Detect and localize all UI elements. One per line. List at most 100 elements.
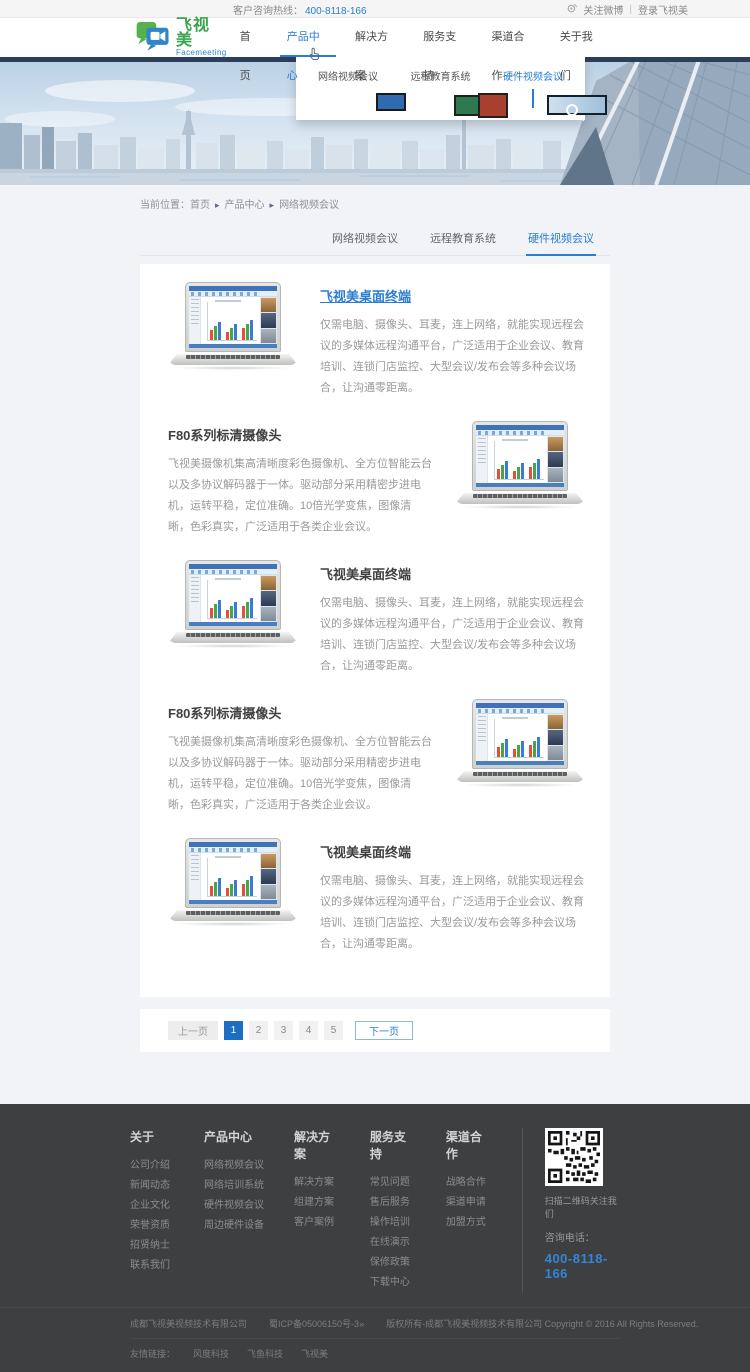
- footer-qr-block: 扫描二维码关注我们 咨询电话： 400-8118-166: [522, 1128, 620, 1293]
- icp-number[interactable]: 蜀ICP备05006150号-3»: [269, 1317, 364, 1330]
- main-content: 当前位置：首页产品中心网络视频会议 网络视频会议 远程教育系统 硬件视频会议: [0, 185, 750, 1104]
- header: 飞视美 Facemeeting 首页 产品中心 解决方案: [0, 18, 750, 57]
- pagination-button[interactable]: 5: [324, 1021, 343, 1040]
- hotline: 客户咨询热线：400-8118-166: [233, 2, 367, 17]
- footer-link[interactable]: 在线演示: [370, 1233, 412, 1253]
- footer-link[interactable]: 招贤纳士: [130, 1236, 170, 1256]
- product-title[interactable]: 飞视美桌面终端: [320, 564, 585, 583]
- footer-link[interactable]: 企业文化: [130, 1196, 170, 1216]
- laptop-chart: [488, 436, 547, 483]
- topbar-divider: |: [629, 4, 632, 15]
- main-nav: 首页 产品中心 解决方案 服务支持: [227, 18, 615, 57]
- footer-link[interactable]: 售后服务: [370, 1193, 412, 1213]
- product-title[interactable]: 飞视美桌面终端: [320, 842, 585, 861]
- footer-link[interactable]: 新闻动态: [130, 1176, 170, 1196]
- follow-weibo-link[interactable]: 关注微博: [583, 2, 623, 17]
- footer-link[interactable]: 周边硬件设备: [204, 1216, 264, 1236]
- product-image[interactable]: [455, 421, 585, 509]
- product-list: 飞视美桌面终端 仅需电脑、摄像头、耳麦，连上网络，就能实现远程会议的多媒体远程沟…: [140, 264, 610, 997]
- product-description: 仅需电脑、摄像头、耳麦，连上网络，就能实现远程会议的多媒体远程沟通平台，广泛适用…: [320, 593, 585, 677]
- nav-item[interactable]: 渠道合作: [479, 18, 547, 57]
- footer-column-title: 产品中心: [204, 1128, 264, 1145]
- laptop-keyboard: [168, 910, 298, 921]
- product-image[interactable]: [455, 699, 585, 787]
- footer-link[interactable]: 组建方案: [294, 1193, 336, 1213]
- laptop-video-thumbnails: [547, 436, 564, 483]
- pagination-button[interactable]: 2: [249, 1021, 268, 1040]
- laptop-screen: [185, 560, 281, 630]
- friend-link[interactable]: 风度科技: [193, 1347, 229, 1360]
- friends-label: 友情链接：: [130, 1347, 175, 1360]
- laptop-keyboard: [168, 632, 298, 643]
- dropdown-menu-item[interactable]: 远程教育系统: [397, 66, 485, 108]
- footer-link[interactable]: 网络培训系统: [204, 1176, 264, 1196]
- brand-name: 飞视美: [176, 18, 227, 48]
- hotline-number: 400-8118-166: [305, 6, 367, 17]
- product-item: 飞视美桌面终端 仅需电脑、摄像头、耳麦，连上网络，就能实现远程会议的多媒体远程沟…: [168, 282, 585, 421]
- breadcrumb-prefix: 当前位置：: [140, 200, 190, 211]
- laptop-keyboard: [455, 493, 585, 504]
- category-tab[interactable]: 硬件视频会议: [512, 223, 610, 255]
- footer-link[interactable]: 客户案例: [294, 1213, 336, 1233]
- pagination-button[interactable]: 1: [224, 1021, 243, 1040]
- category-tab[interactable]: 远程教育系统: [414, 223, 512, 255]
- laptop-screen: [472, 699, 568, 769]
- menu-item-image: [347, 89, 349, 108]
- footer-link[interactable]: 操作培训: [370, 1213, 412, 1233]
- breadcrumb-item[interactable]: 网络视频会议: [265, 200, 340, 211]
- footer-link[interactable]: 硬件视频会议: [204, 1196, 264, 1216]
- footer-column-title: 渠道合作: [446, 1128, 488, 1162]
- nav-item[interactable]: 解决方案: [342, 18, 410, 57]
- pagination-button[interactable]: 3: [274, 1021, 293, 1040]
- product-title[interactable]: F80系列标清摄像头: [168, 425, 433, 444]
- footer-link[interactable]: 联系我们: [130, 1256, 170, 1276]
- product-image[interactable]: [168, 560, 298, 648]
- phone-label: 咨询电话：: [545, 1229, 620, 1244]
- footer-column-partners: 渠道合作 战略合作渠道申请加盟方式: [446, 1128, 488, 1293]
- nav-item[interactable]: 产品中心: [274, 18, 342, 57]
- footer-link[interactable]: 保修政策: [370, 1253, 412, 1273]
- product-description: 仅需电脑、摄像头、耳麦，连上网络，就能实现远程会议的多媒体远程沟通平台，广泛适用…: [320, 871, 585, 955]
- qr-code: [545, 1128, 603, 1186]
- footer-link[interactable]: 荣誉资质: [130, 1216, 170, 1236]
- category-tab[interactable]: 网络视频会议: [316, 223, 414, 255]
- login-link[interactable]: 登录飞视美: [638, 2, 688, 17]
- footer-link[interactable]: 下载中心: [370, 1273, 412, 1293]
- footer-link[interactable]: 公司介绍: [130, 1156, 170, 1176]
- product-title[interactable]: 飞视美桌面终端: [320, 286, 585, 305]
- laptop-screen: [472, 421, 568, 491]
- friend-link[interactable]: 飞鱼科技: [247, 1347, 283, 1360]
- nav-item[interactable]: 首页: [227, 18, 274, 57]
- topbar: 客户咨询热线：400-8118-166 关注微博 | 登录飞视美: [0, 0, 750, 18]
- pagination-button[interactable]: 4: [299, 1021, 318, 1040]
- laptop-video-thumbnails: [547, 714, 564, 761]
- friend-link[interactable]: 飞视美: [301, 1347, 328, 1360]
- pagination-button[interactable]: 上一页: [168, 1021, 218, 1040]
- footer-link[interactable]: 网络视频会议: [204, 1156, 264, 1176]
- footer-link[interactable]: 战略合作: [446, 1173, 488, 1193]
- logo[interactable]: 飞视美 Facemeeting: [135, 18, 227, 57]
- product-image[interactable]: [168, 282, 298, 370]
- product-title[interactable]: F80系列标清摄像头: [168, 703, 433, 722]
- footer-link[interactable]: 加盟方式: [446, 1213, 488, 1233]
- laptop-keyboard: [455, 771, 585, 782]
- pagination-button[interactable]: 下一页: [355, 1021, 413, 1040]
- nav-item[interactable]: 关于我们: [547, 18, 615, 57]
- footer-link[interactable]: 常见问题: [370, 1173, 412, 1193]
- nav-item[interactable]: 服务支持: [410, 18, 478, 57]
- breadcrumb-item[interactable]: 首页: [190, 200, 210, 211]
- product-image[interactable]: [168, 838, 298, 926]
- menu-item-image: [440, 89, 442, 108]
- hotline-label: 客户咨询热线：: [233, 6, 303, 17]
- footer-column-about: 关于 公司介绍新闻动态企业文化荣誉资质招贤纳士联系我们: [130, 1128, 170, 1293]
- footer-link[interactable]: 渠道申请: [446, 1193, 488, 1213]
- pagination: 上一页 12345 下一页: [140, 1009, 610, 1052]
- breadcrumb-item[interactable]: 产品中心: [210, 200, 265, 211]
- page: 客户咨询热线：400-8118-166 关注微博 | 登录飞视美: [0, 0, 750, 1372]
- logo-icon: [135, 20, 171, 56]
- footer-link[interactable]: 解决方案: [294, 1173, 336, 1193]
- company-name: 成都飞视美视频技术有限公司: [130, 1317, 247, 1330]
- product-item: F80系列标清摄像头 飞视美摄像机集高清晰度彩色摄像机、全方位智能云台以及多协议…: [168, 421, 585, 560]
- laptop-video-thumbnails: [260, 575, 277, 622]
- breadcrumb: 当前位置：首页产品中心网络视频会议: [140, 191, 610, 219]
